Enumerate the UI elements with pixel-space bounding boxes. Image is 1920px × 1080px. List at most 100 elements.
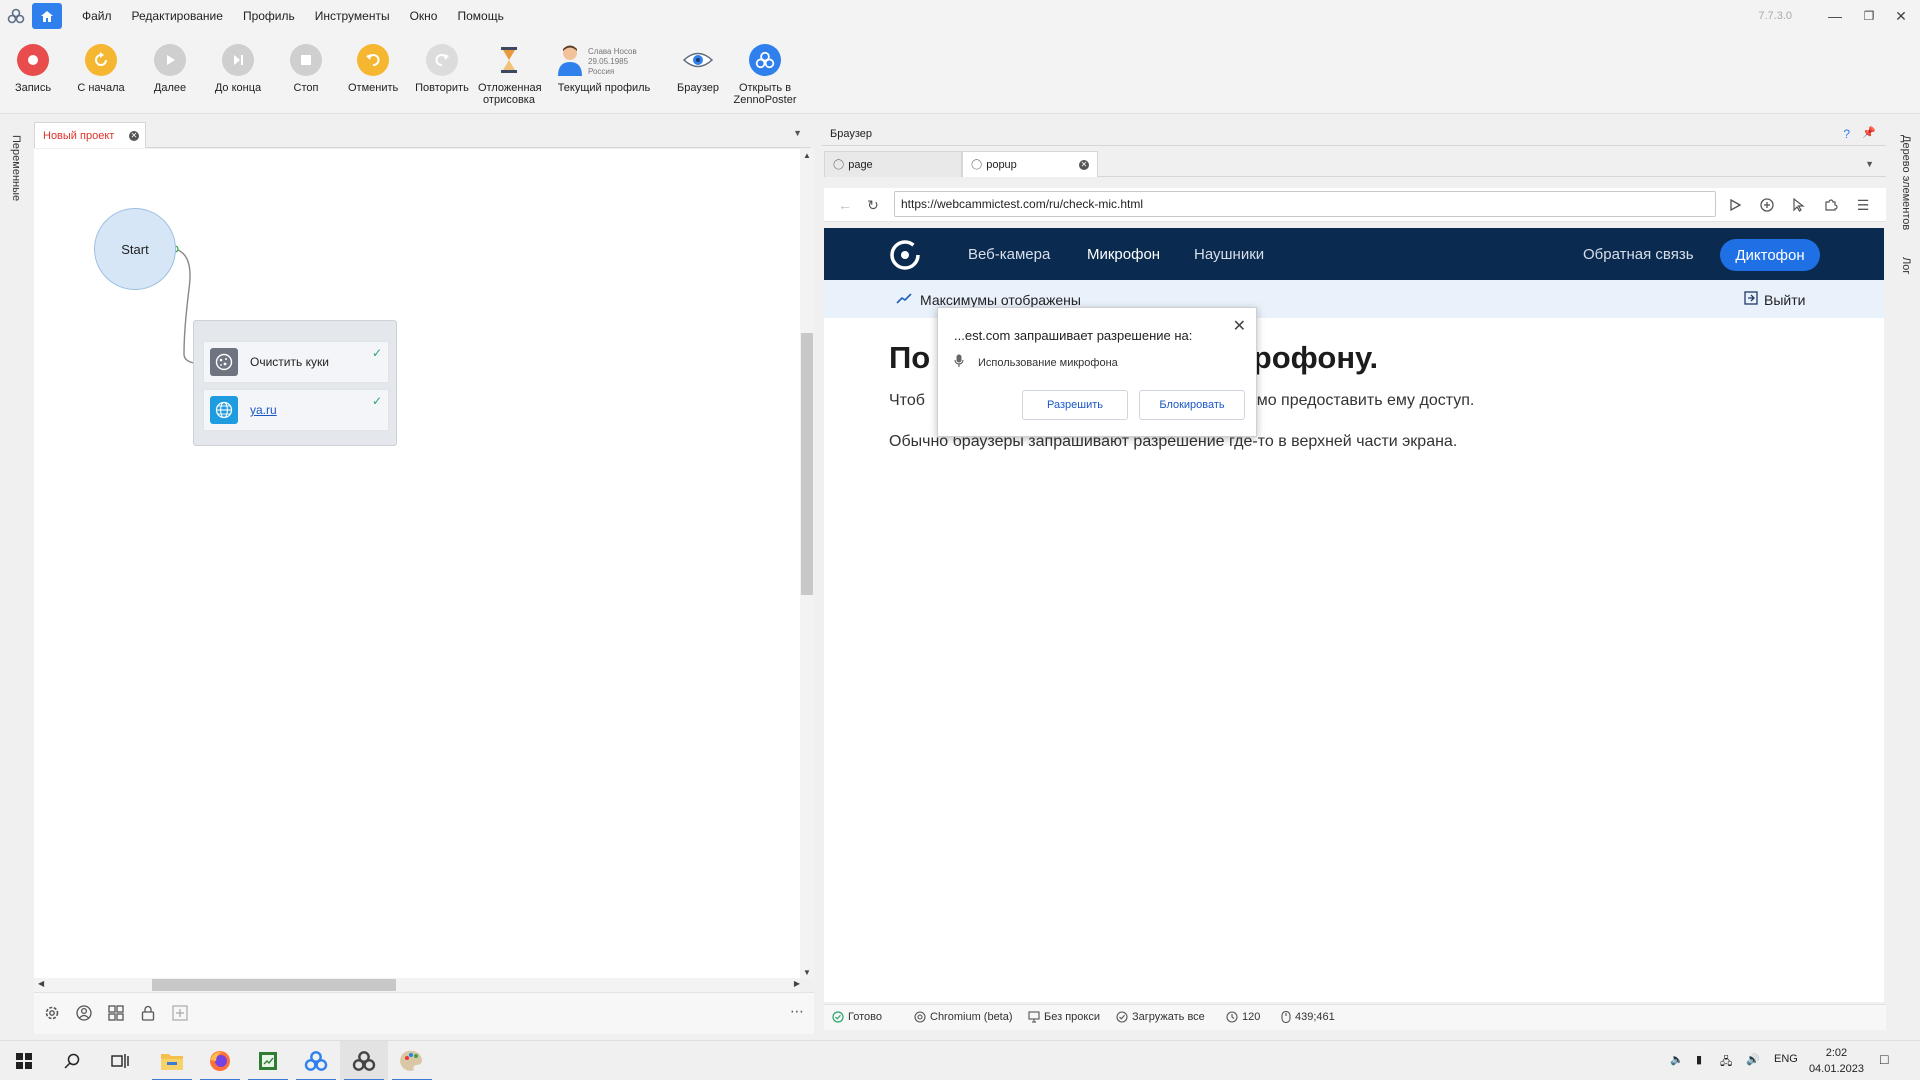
chromium-icon [914, 1011, 926, 1023]
back-arrow-icon[interactable]: ← [836, 196, 854, 214]
action-group[interactable]: Очистить куки ✓ ya.ru ✓ [193, 320, 397, 446]
globe-icon [210, 396, 238, 424]
menu-file[interactable]: Файл [72, 0, 122, 32]
clock-time: 2:02 [1825, 1047, 1848, 1059]
status-engine[interactable]: Chromium (beta) [914, 1011, 1013, 1023]
taskbar-paint[interactable] [388, 1041, 436, 1080]
block-button[interactable]: Блокировать [1139, 390, 1245, 420]
to-end-button[interactable]: До конца [213, 44, 263, 94]
horizontal-scroll-thumb[interactable] [152, 979, 396, 991]
redo-button[interactable]: Повторить [415, 44, 469, 94]
allow-button[interactable]: Разрешить [1022, 390, 1128, 420]
vertical-scroll-thumb[interactable] [801, 333, 813, 595]
windows-start-button[interactable] [0, 1041, 48, 1080]
volume-tray-icon[interactable]: 🔈 [1670, 1053, 1684, 1066]
action-navigate-url[interactable]: ya.ru ✓ [203, 389, 389, 431]
notifications-icon[interactable]: □ [1880, 1051, 1888, 1067]
action-clear-cookies[interactable]: Очистить куки ✓ [203, 341, 389, 383]
cursor-select-icon[interactable] [1790, 196, 1808, 214]
horizontal-scrollbar[interactable]: ◀ ▶ [34, 978, 800, 992]
taskbar-zennodroid[interactable] [292, 1041, 340, 1080]
close-icon[interactable]: ✕ [1233, 316, 1246, 336]
start-node[interactable]: Start [94, 208, 176, 290]
extensions-puzzle-icon[interactable] [1822, 196, 1840, 214]
tab-popup[interactable]: ◯ popup ✕ [962, 151, 1098, 177]
add-target-icon[interactable] [1758, 196, 1776, 214]
action-url-link[interactable]: ya.ru [250, 403, 277, 417]
paragraph-1-left: Чтоб [889, 392, 925, 409]
scroll-up-icon[interactable]: ▲ [803, 151, 811, 160]
task-view-button[interactable] [96, 1041, 144, 1080]
mouse-icon [1281, 1011, 1291, 1023]
help-icon[interactable]: ? [1843, 127, 1850, 141]
browser-tabs-chevron-down-icon[interactable]: ▼ [1865, 159, 1874, 169]
scroll-down-icon[interactable]: ▼ [803, 968, 811, 977]
peaks-displayed-text: Максимумы отображены [920, 292, 1081, 308]
record-button[interactable]: Запись [13, 44, 53, 94]
home-button[interactable] [32, 3, 62, 29]
menu-tools[interactable]: Инструменты [305, 0, 400, 32]
variables-side-tab[interactable]: Переменные [10, 135, 22, 201]
permission-item: Использование микрофона [954, 354, 1118, 371]
browser-button[interactable]: Браузер [675, 44, 721, 94]
network-tray-icon[interactable]: 🖧 [1720, 1053, 1732, 1072]
scroll-right-icon[interactable]: ▶ [794, 979, 800, 988]
reload-icon[interactable]: ↻ [864, 196, 882, 214]
next-button[interactable]: Далее [150, 44, 190, 94]
input-language[interactable]: ENG [1774, 1053, 1798, 1065]
element-tree-side-tab[interactable]: Дерево элементов [1900, 135, 1912, 230]
taskbar-firefox[interactable] [196, 1041, 244, 1080]
taskbar-file-explorer[interactable] [148, 1041, 196, 1080]
taskbar-editor[interactable] [244, 1041, 292, 1080]
play-icon[interactable] [1726, 196, 1744, 214]
deferred-render-button[interactable]: Отложенная отрисовка [478, 44, 542, 106]
url-input[interactable]: https://webcammictest.com/ru/check-mic.h… [894, 191, 1716, 217]
grid-icon[interactable] [108, 1005, 126, 1023]
vertical-scrollbar[interactable]: ▲ ▼ [800, 149, 814, 979]
open-in-zennoposter-button[interactable]: Открыть в ZennoPoster [733, 44, 797, 106]
minimize-button[interactable]: — [1820, 0, 1850, 32]
close-window-button[interactable]: ✕ [1886, 0, 1916, 32]
restart-button[interactable]: С начала [77, 44, 125, 94]
logout-link[interactable]: Выйти [1744, 291, 1805, 308]
speaker-tray-icon[interactable]: 🔊 [1746, 1053, 1760, 1066]
site-nav-microphone[interactable]: Микрофон [1087, 246, 1160, 263]
taskbar-zennoposter[interactable] [340, 1041, 388, 1080]
log-side-tab[interactable]: Лог [1900, 257, 1912, 274]
pin-icon[interactable]: 📌 [1862, 126, 1876, 139]
menu-edit[interactable]: Редактирование [122, 0, 233, 32]
tab-new-project[interactable]: Новый проект ✕ [34, 122, 146, 148]
site-nav-webcam[interactable]: Веб-камера [968, 246, 1050, 263]
settings-gear-icon[interactable] [44, 1005, 62, 1023]
status-proxy[interactable]: Без прокси [1028, 1011, 1100, 1023]
status-ready-label: Готово [848, 1011, 882, 1023]
lock-icon[interactable] [140, 1005, 158, 1023]
add-frame-icon[interactable] [172, 1005, 190, 1023]
battery-tray-icon[interactable]: ▮ [1696, 1053, 1702, 1066]
menu-hamburger-icon[interactable]: ☰ [1854, 196, 1872, 214]
logout-label: Выйти [1764, 291, 1806, 308]
tab-list-chevron-down-icon[interactable]: ▼ [793, 128, 802, 138]
dictaphone-button[interactable]: Диктофон [1720, 239, 1820, 271]
menu-window[interactable]: Окно [400, 0, 448, 32]
menu-help[interactable]: Помощь [447, 0, 513, 32]
restore-button[interactable]: ❐ [1854, 0, 1884, 32]
close-tab-icon[interactable]: ✕ [1079, 160, 1089, 170]
site-nav-headphones[interactable]: Наушники [1194, 246, 1264, 263]
status-load-mode[interactable]: Загружать все [1116, 1011, 1205, 1023]
undo-button[interactable]: Отменить [348, 44, 398, 94]
stop-button[interactable]: Стоп [288, 44, 324, 94]
site-logo-icon[interactable] [889, 239, 921, 274]
close-tab-icon[interactable]: ✕ [129, 131, 139, 141]
more-options-icon[interactable]: ⋯ [790, 1003, 808, 1021]
web-page-viewport[interactable]: Веб-камера Микрофон Наушники Обратная св… [824, 228, 1884, 1002]
search-button[interactable] [48, 1041, 96, 1080]
status-timeout[interactable]: 120 [1226, 1011, 1260, 1023]
site-nav-feedback[interactable]: Обратная связь [1583, 246, 1694, 263]
system-clock[interactable]: 2:02 04.01.2023 [1809, 1045, 1864, 1077]
user-icon[interactable] [76, 1005, 94, 1023]
windows-taskbar: 🔈 ▮ 🖧 🔊 ENG 2:02 04.01.2023 □ [0, 1040, 1920, 1080]
menu-profile[interactable]: Профиль [233, 0, 305, 32]
scroll-left-icon[interactable]: ◀ [38, 979, 44, 988]
tab-page[interactable]: ◯ page [824, 151, 962, 177]
